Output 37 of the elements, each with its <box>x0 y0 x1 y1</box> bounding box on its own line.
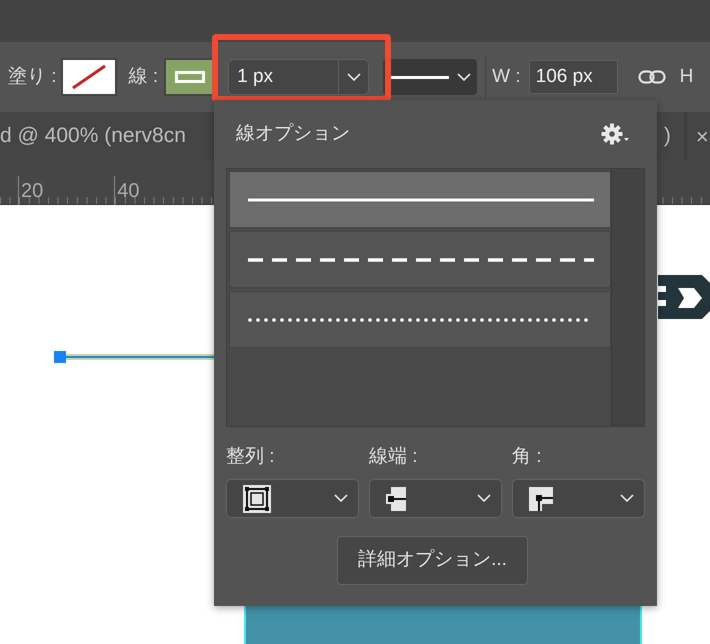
height-label: H <box>680 64 694 89</box>
stroke-align-icon <box>243 484 271 512</box>
chevron-down-icon <box>346 72 361 82</box>
stroke-width-field[interactable]: 1 px <box>228 59 370 95</box>
chevron-down-icon <box>457 72 472 82</box>
setting-dropdown[interactable] <box>512 479 645 518</box>
chevron-down-icon <box>334 494 348 503</box>
chevron-down-icon <box>477 494 491 503</box>
document-tab-title[interactable]: d @ 400% (nerv8cn <box>0 120 186 152</box>
line-style-item[interactable] <box>229 231 611 288</box>
setting-dropdown[interactable] <box>369 479 502 518</box>
dotted-line-icon <box>248 318 590 322</box>
stroke-box-icon <box>175 71 206 83</box>
line-style-item[interactable] <box>229 171 611 228</box>
width-field[interactable]: 106 px <box>528 60 618 94</box>
fill-swatch[interactable] <box>60 58 117 96</box>
fill-label: 塗り : <box>8 64 57 89</box>
link-icon[interactable] <box>638 69 666 85</box>
document-tab-title-end: ) <box>664 123 671 150</box>
setting-dropdown[interactable] <box>226 479 359 518</box>
panel-title: 線オプション <box>236 122 350 146</box>
more-options-button[interactable]: 詳細オプション... <box>337 536 528 585</box>
chevron-down-icon <box>620 494 634 503</box>
solid-line-icon <box>389 76 450 78</box>
line-join-icon <box>529 486 553 510</box>
solid-line-icon <box>248 198 594 202</box>
close-tab-button[interactable]: × <box>696 120 709 152</box>
dashed-line-icon <box>248 258 594 262</box>
selected-path[interactable] <box>54 351 214 363</box>
setting-label: 線端 : <box>369 445 419 469</box>
line-style-dropdown[interactable] <box>383 59 478 95</box>
setting-label: 角 : <box>512 445 543 469</box>
settings-icon[interactable] <box>601 123 631 145</box>
stroke-label: 線 : <box>128 64 158 89</box>
setting-label: 整列 : <box>226 445 276 469</box>
line-cap-icon <box>386 486 406 510</box>
width-label: W : <box>492 64 521 89</box>
